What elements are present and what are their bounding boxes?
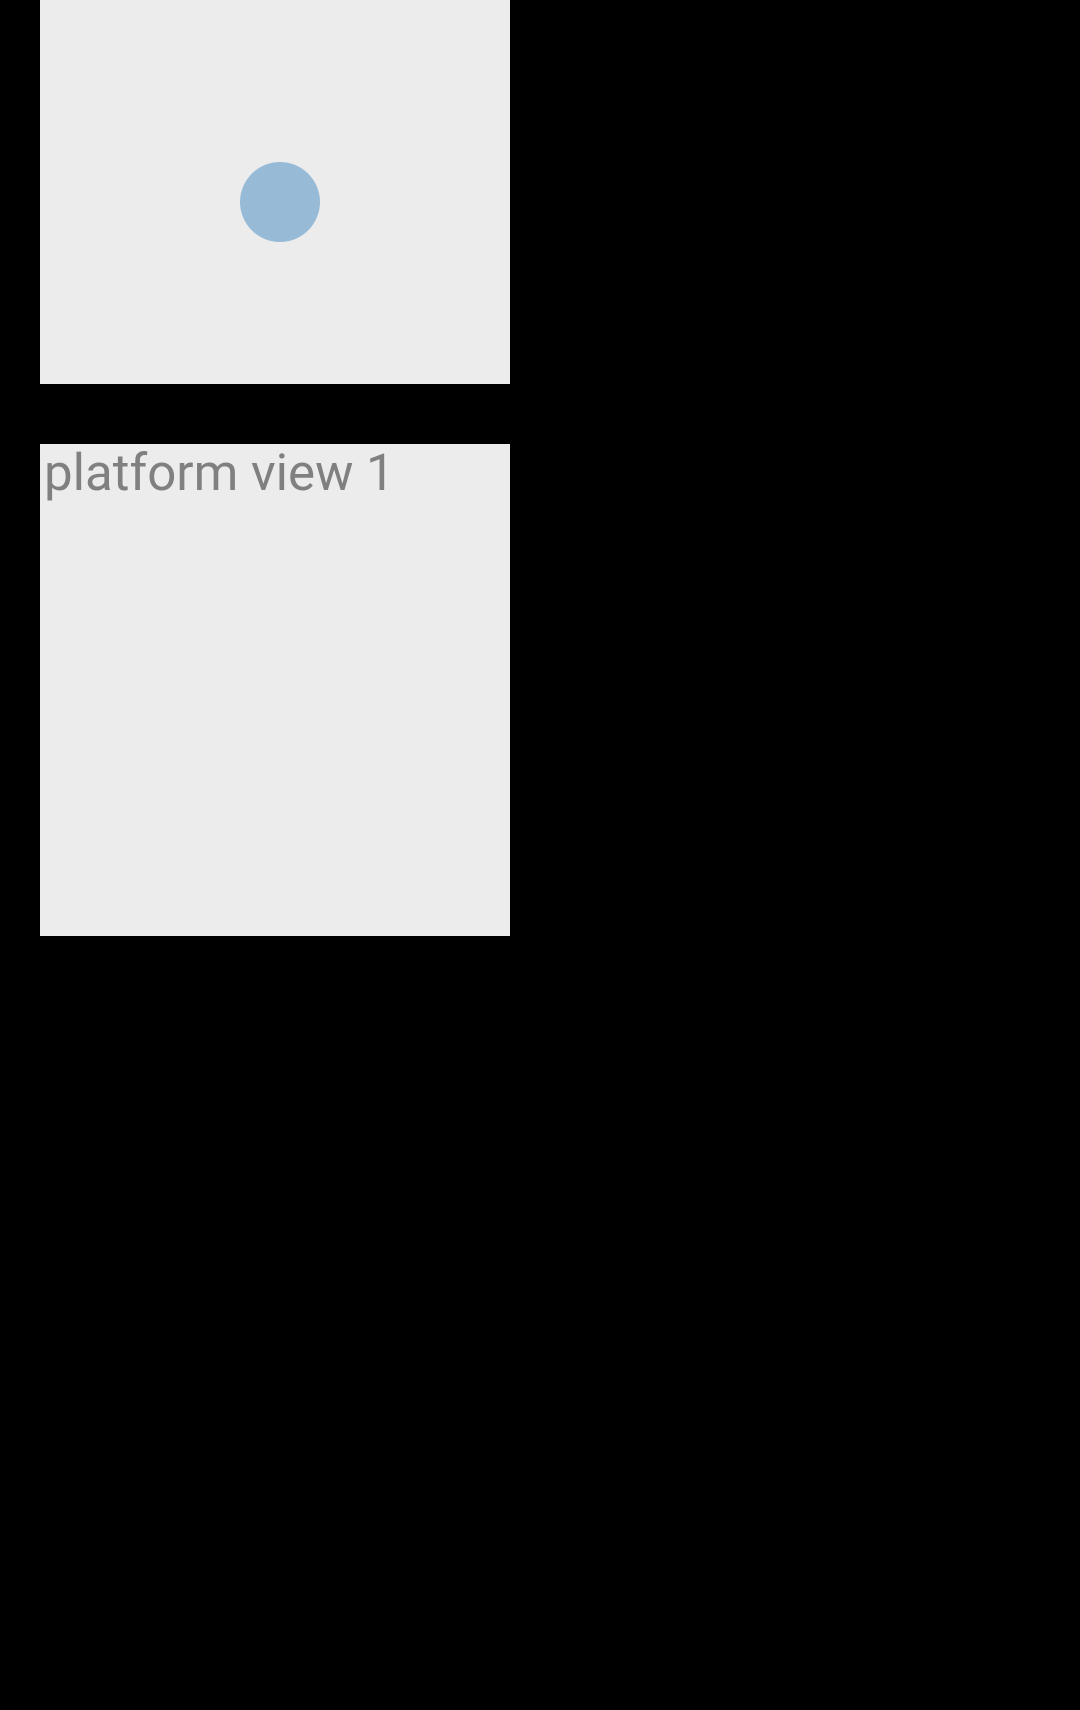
- platform-view-1-label: platform view 1: [40, 444, 510, 504]
- platform-view-2[interactable]: platform view 2: [40, 0, 510, 384]
- loading-indicator-icon: [240, 162, 320, 242]
- platform-view-1[interactable]: platform view 1: [40, 444, 510, 936]
